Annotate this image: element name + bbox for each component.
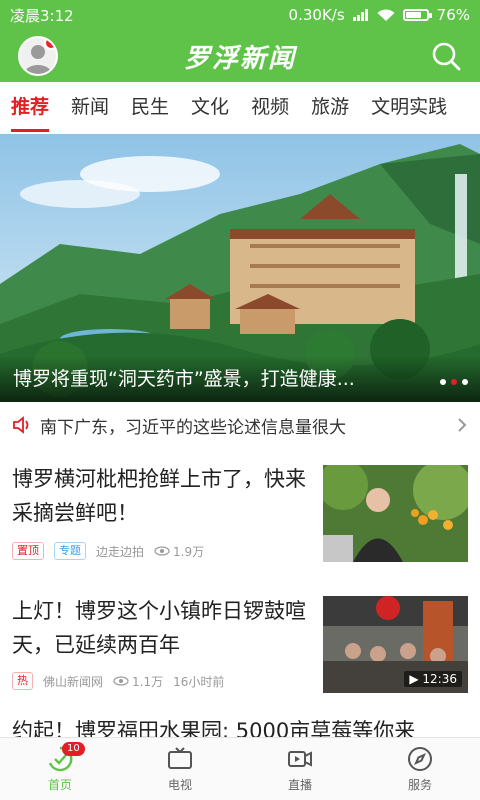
video-duration: ▶ 12:36 [404,671,462,687]
eye-icon [154,546,170,556]
battery-percent: 76% [436,6,470,24]
play-icon: ▶ [409,672,419,686]
carousel-dot [462,379,468,385]
nav-services[interactable]: 服务 [360,738,480,800]
video-duration-text: 12:36 [422,672,457,686]
nav-label: 服务 [407,778,432,792]
carousel-dot-active [451,379,457,385]
app-title: 罗浮新闻 [183,44,296,74]
compass-icon [408,747,432,771]
chevron-right-icon [458,418,467,432]
eye-icon [113,676,129,686]
status-bar: 凌晨3:12 0.30K/s 76% [0,0,480,30]
carousel-dot [440,379,446,385]
news-time: 16小时前 [173,674,225,689]
news-views: 1.9万 [173,544,205,559]
bottom-navigation: 10 首页 电视 直播 服务 [0,737,480,800]
signal-icon [352,9,368,21]
video-thumbnail: ▶ 12:36 [323,596,468,693]
tag-hot: 热 [12,672,33,690]
status-indicators: 0.30K/s 76% [289,6,470,24]
wifi-icon [377,8,395,21]
nav-label: 直播 [287,778,312,792]
news-meta: 热 佛山新闻网 1.1万 16小时前 [12,672,224,690]
tv-icon [168,747,192,769]
news-title: 博罗横河枇杷抢鲜上市了，快来采摘尝鲜吧！ [12,467,306,525]
nav-live[interactable]: 直播 [240,738,360,800]
tab-recommend[interactable]: 推荐 [0,82,60,134]
news-thumbnail [323,465,468,562]
nav-home[interactable]: 10 首页 [0,738,120,800]
news-item[interactable]: 博罗横河枇杷抢鲜上市了，快来采摘尝鲜吧！ 置顶 专题 边走边拍 1.9万 [0,448,480,581]
carousel-indicator [440,379,468,385]
tab-civilization[interactable]: 文明实践 [360,82,458,134]
tab-culture[interactable]: 文化 [180,82,240,134]
news-meta: 置顶 专题 边走边拍 1.9万 [12,542,204,560]
search-icon[interactable] [430,40,462,72]
speaker-icon [13,416,29,434]
thumbnail-image [323,465,468,562]
banner-caption: 博罗将重现“洞天药市”盛景，打造健康... [0,356,480,402]
news-views: 1.1万 [132,674,164,689]
news-item[interactable]: 上灯！博罗这个小镇昨日锣鼓喧天，已延续两百年 热 佛山新闻网 1.1万 16小时… [0,580,480,709]
nav-label: 首页 [47,778,72,792]
news-source: 边走边拍 [96,544,145,559]
news-source: 佛山新闻网 [43,674,104,689]
tab-video[interactable]: 视频 [240,82,300,134]
nav-tv[interactable]: 电视 [120,738,240,800]
tab-livelihood[interactable]: 民生 [120,82,180,134]
banner-carousel[interactable]: 博罗将重现“洞天药市”盛景，打造健康... [0,134,480,402]
tab-travel[interactable]: 旅游 [300,82,360,134]
notice-bar[interactable]: 南下广东，习近平的这些论述信息量很大 [0,402,480,449]
tag-topic: 专题 [54,542,86,560]
network-speed: 0.30K/s [288,6,345,24]
battery-icon [402,9,432,21]
tag-pinned: 置顶 [12,542,44,560]
nav-label: 电视 [167,778,192,792]
app-header: 罗浮新闻 [0,30,480,82]
category-tabs: 推荐 新闻 民生 文化 视频 旅游 文明实践 [0,82,480,135]
live-icon [288,751,312,767]
notice-text: 南下广东，习近平的这些论述信息量很大 [40,417,346,438]
news-title: 上灯！博罗这个小镇昨日锣鼓喧天，已延续两百年 [12,599,306,657]
tab-news[interactable]: 新闻 [60,82,120,134]
notification-badge: 10 [62,742,85,756]
status-time: 凌晨3:12 [10,6,74,25]
